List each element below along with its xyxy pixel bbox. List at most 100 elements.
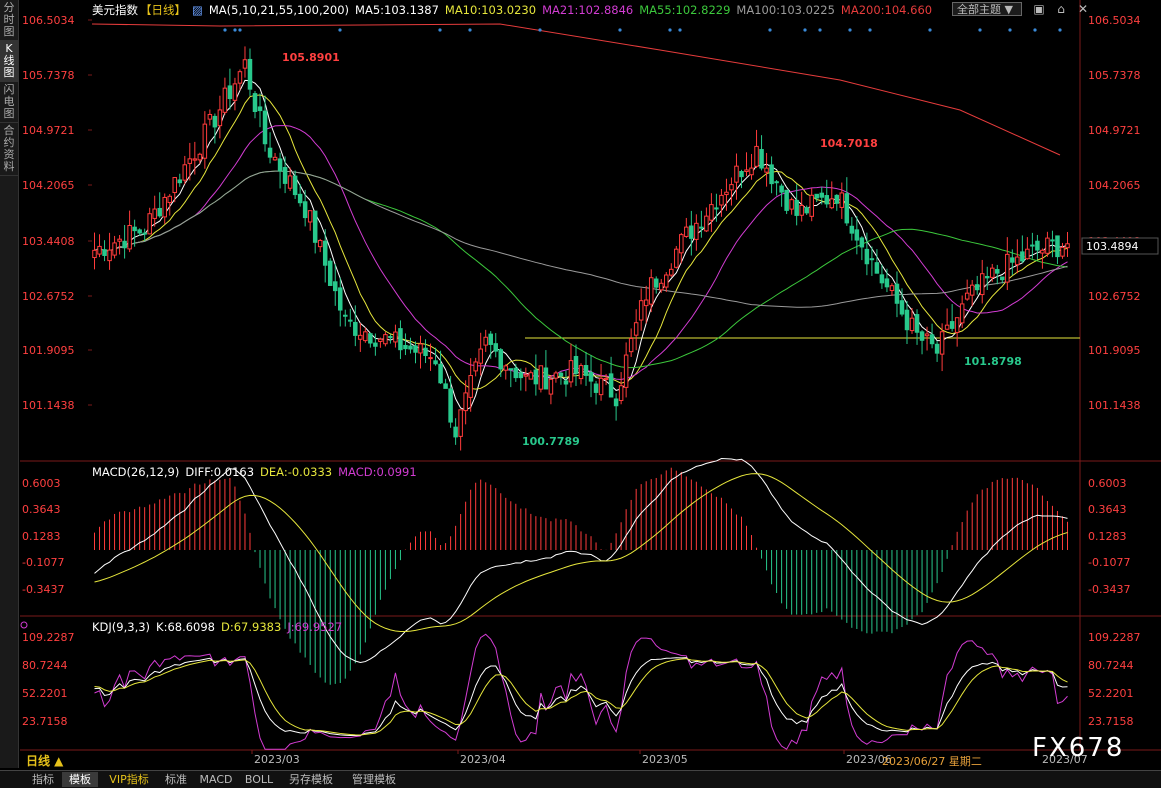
candle-body — [368, 333, 373, 344]
candle-body — [358, 334, 363, 340]
candle-body — [709, 204, 714, 221]
price-tick-left: 105.7378 — [22, 69, 75, 82]
left-tab-0[interactable]: 分时图 — [0, 0, 18, 41]
price-tick-left: 102.6752 — [22, 290, 75, 303]
candle-body — [558, 372, 564, 377]
candle-body — [819, 192, 824, 198]
candle-body — [272, 156, 278, 161]
event-dot — [818, 28, 822, 32]
candle-body — [929, 334, 935, 345]
instrument-title: 美元指数 — [92, 3, 138, 17]
macd-tick-left: 0.1283 — [22, 530, 61, 543]
candle-body — [1065, 243, 1070, 249]
candle-body — [809, 194, 814, 217]
event-dot — [538, 28, 542, 32]
ma-settings-icon[interactable]: ▨ — [192, 3, 203, 17]
event-dot — [238, 28, 242, 32]
candle-body — [628, 338, 634, 353]
candle-body — [724, 191, 729, 196]
price-tick-right: 106.5034 — [1088, 14, 1141, 27]
candle-body — [187, 158, 193, 164]
left-tab-3[interactable]: 合约资料 — [0, 123, 18, 176]
candle-body — [122, 240, 127, 249]
candle-body — [789, 199, 794, 210]
candle-body — [533, 369, 539, 385]
close-icon[interactable]: ✕ — [1076, 2, 1090, 16]
candle-body — [543, 367, 549, 390]
candle-body — [578, 365, 584, 380]
ma5-value: MA5:103.1387 — [355, 3, 439, 17]
left-tab-1[interactable]: K线图 — [0, 41, 18, 82]
kdj-tick-left: 23.7158 — [22, 715, 68, 728]
bottom-tab-1[interactable]: 模板 — [62, 772, 98, 787]
crosshair-date: 2023/06/27 星期二 — [882, 755, 982, 768]
candle-body — [182, 164, 188, 181]
lock-icon[interactable]: ⌂ — [1054, 2, 1068, 16]
price-tick-left: 101.1438 — [22, 399, 75, 412]
candle-body — [383, 334, 388, 345]
candle-body — [964, 292, 970, 300]
candle-body — [162, 196, 167, 218]
candle-body — [458, 409, 463, 437]
candle-body — [453, 426, 458, 438]
event-dot — [928, 28, 932, 32]
candle-body — [428, 357, 433, 360]
period-switch[interactable]: 日线 ▲ — [26, 752, 63, 769]
bottom-tab-4[interactable]: MACD — [196, 772, 236, 787]
candle-body — [448, 388, 453, 423]
candle-body — [689, 225, 694, 239]
candle-body — [202, 123, 208, 159]
candle-body — [909, 317, 915, 332]
candle-body — [894, 283, 900, 304]
event-dot — [468, 28, 472, 32]
bottom-tab-2[interactable]: VIP指标 — [102, 772, 156, 787]
candle-body — [974, 284, 980, 291]
bottom-tab-0[interactable]: 指标 — [26, 772, 60, 787]
candle-body — [1035, 240, 1040, 251]
event-dot — [868, 28, 872, 32]
candle-body — [508, 368, 514, 371]
kdj-legend: KDJ(9,3,3) K:68.6098 D:67.9383 J:69.9527 — [92, 620, 348, 634]
candle-body — [418, 343, 423, 354]
macd-tick-left: 0.6003 — [22, 477, 61, 490]
candle-body — [729, 184, 734, 191]
candle-body — [112, 242, 117, 256]
candle-body — [433, 360, 438, 365]
ma21-value: MA21:102.8846 — [542, 3, 634, 17]
event-dot — [223, 28, 227, 32]
candle-body — [704, 215, 709, 232]
candle-body — [694, 222, 699, 240]
candle-body — [889, 285, 895, 292]
candle-body — [237, 71, 243, 84]
image-icon[interactable]: ▣ — [1032, 2, 1046, 16]
kdj-d: D:67.9383 — [221, 620, 282, 634]
candle-body — [638, 300, 644, 321]
candle-body — [177, 179, 183, 184]
candle-body — [317, 239, 323, 248]
left-tab-2[interactable]: 闪电图 — [0, 82, 18, 123]
kline-chart[interactable]: 106.5034 106.5034 105.7378 105.7378 104.9721… — [20, 0, 1161, 768]
chart-area[interactable]: 106.5034 106.5034 105.7378 105.7378 104.9721… — [20, 0, 1161, 768]
candle-body — [1055, 235, 1060, 258]
candle-body — [287, 175, 293, 189]
candle-body — [343, 314, 348, 317]
bottom-tab-7[interactable]: 管理模板 — [346, 772, 402, 787]
macd-tick-right: 0.6003 — [1088, 477, 1127, 490]
chevron-down-icon: ▼ — [1001, 3, 1013, 16]
event-dot — [678, 28, 682, 32]
bottom-tab-5[interactable]: BOLL — [242, 772, 276, 787]
candle-body — [483, 336, 488, 346]
candle-body — [679, 234, 684, 254]
theme-dropdown[interactable]: 全部主题 ▼ — [952, 2, 1022, 16]
candle-body — [1045, 237, 1050, 254]
ma100-value: MA100:103.0225 — [736, 3, 835, 17]
left-view-tabs: 分时图 K线图 闪电图 合约资料 — [0, 0, 19, 768]
bottom-tab-6[interactable]: 另存模板 — [282, 772, 340, 787]
candle-body — [438, 363, 443, 384]
candle-body — [267, 147, 273, 158]
candle-body — [598, 377, 604, 396]
bottom-tab-3[interactable]: 标准 — [160, 772, 192, 787]
candle-body — [127, 225, 132, 250]
candle-body — [774, 181, 779, 184]
price-tick-right: 104.2065 — [1088, 179, 1141, 192]
